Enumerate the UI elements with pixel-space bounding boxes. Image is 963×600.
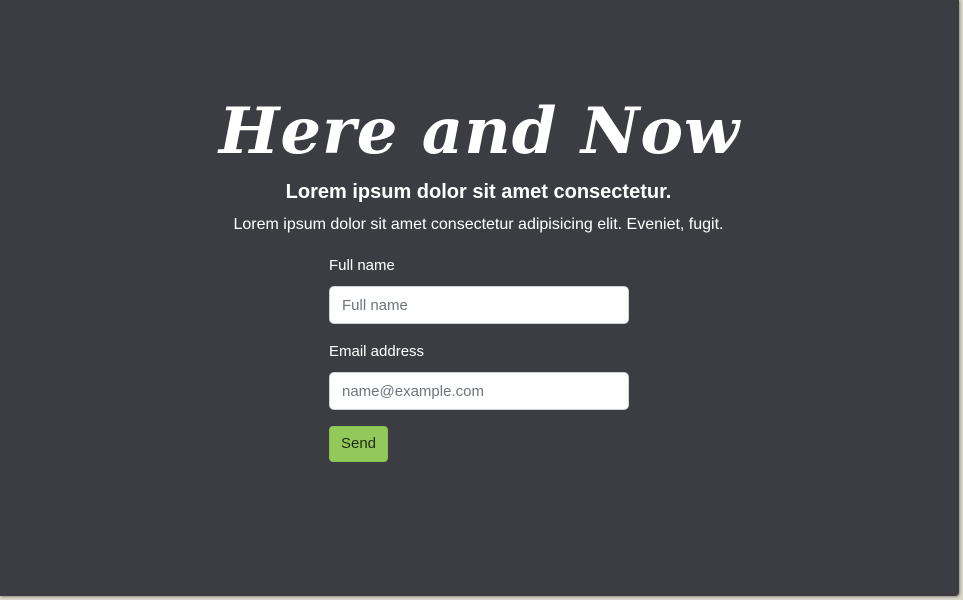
page-panel: Here and Now Lorem ipsum dolor sit amet … bbox=[0, 0, 959, 596]
full-name-label: Full name bbox=[329, 257, 395, 274]
page-title: Here and Now bbox=[218, 94, 741, 169]
email-input[interactable] bbox=[329, 372, 629, 410]
lead-text: Lorem ipsum dolor sit amet consectetur a… bbox=[233, 216, 724, 233]
send-button[interactable]: Send bbox=[329, 426, 388, 462]
page-subtitle: Lorem ipsum dolor sit amet consectetur. bbox=[285, 181, 672, 203]
email-label: Email address bbox=[329, 343, 425, 360]
full-name-input[interactable] bbox=[329, 286, 629, 324]
